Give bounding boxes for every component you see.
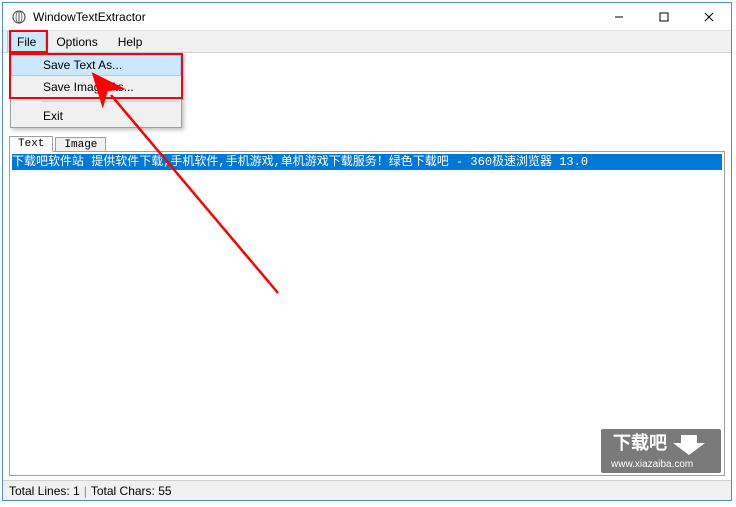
menu-exit[interactable]: Exit <box>11 105 181 127</box>
maximize-button[interactable] <box>641 3 686 31</box>
status-lines-label: Total Lines: <box>9 484 70 498</box>
text-content-area[interactable]: 下载吧软件站 提供软件下载,手机软件,手机游戏,单机游戏下载服务！绿色下载吧 -… <box>9 151 725 476</box>
menu-item-label: Exit <box>43 109 63 123</box>
menu-help[interactable]: Help <box>108 31 153 52</box>
file-dropdown: Save Text As... Save Image As... Exit <box>10 53 182 128</box>
tab-strip: Text Image <box>3 133 731 151</box>
menu-options[interactable]: Options <box>46 31 107 52</box>
minimize-button[interactable] <box>596 3 641 31</box>
status-lines-value: 1 <box>73 484 80 498</box>
app-window: WindowTextExtractor File Options Help Sa… <box>2 2 732 501</box>
statusbar: Total Lines: 1 | Total Chars: 55 <box>3 480 731 500</box>
menubar: File Options Help <box>3 31 731 53</box>
menu-item-label: Save Text As... <box>43 58 122 72</box>
status-separator: | <box>84 484 87 498</box>
status-chars-label: Total Chars: <box>91 484 155 498</box>
app-icon <box>11 9 27 25</box>
menu-item-label: Save Image As... <box>43 80 134 94</box>
selected-text: 下载吧软件站 提供软件下载,手机软件,手机游戏,单机游戏下载服务！绿色下载吧 -… <box>12 154 722 170</box>
tab-image[interactable]: Image <box>55 137 106 152</box>
menu-file[interactable]: File <box>7 31 46 52</box>
status-chars-value: 55 <box>158 484 171 498</box>
menu-save-text-as[interactable]: Save Text As... <box>11 54 181 76</box>
titlebar: WindowTextExtractor <box>3 3 731 31</box>
window-title: WindowTextExtractor <box>33 10 146 24</box>
menu-separator <box>41 101 179 102</box>
close-button[interactable] <box>686 3 731 31</box>
window-controls <box>596 3 731 31</box>
menu-save-image-as[interactable]: Save Image As... <box>11 76 181 98</box>
tab-text[interactable]: Text <box>9 136 53 152</box>
